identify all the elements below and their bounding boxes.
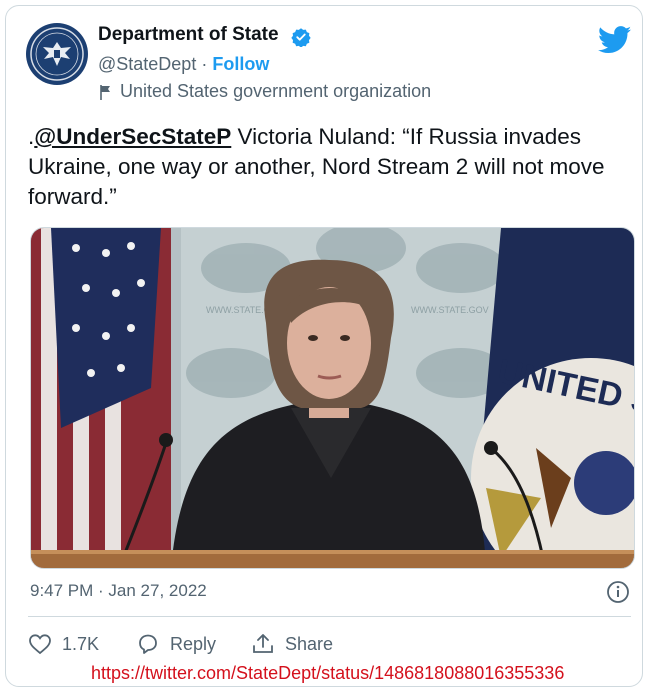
press-briefing-photo: WWW.STATE.GOV WWW.STATE.GOV UNITED STA: [31, 228, 634, 568]
share-icon: [253, 634, 273, 653]
tweet-media-image[interactable]: WWW.STATE.GOV WWW.STATE.GOV UNITED STA: [30, 227, 635, 569]
divider: [28, 616, 631, 617]
flag-icon: [100, 84, 110, 100]
twitter-bird-icon[interactable]: [598, 26, 632, 54]
reply-button[interactable]: Reply: [136, 633, 216, 655]
like-button[interactable]: 1.7K: [28, 633, 99, 655]
info-icon[interactable]: [606, 580, 630, 604]
tweet-text: .@UnderSecStateP Victoria Nuland: “If Ru…: [28, 122, 628, 212]
us-flag: [31, 228, 171, 568]
share-button[interactable]: Share: [251, 633, 333, 655]
heart-icon: [29, 634, 51, 655]
org-label: United States government organization: [120, 81, 432, 101]
reply-label: Reply: [170, 633, 217, 654]
state-department-seal-icon: [30, 27, 84, 81]
tweet-card: Department of State @StateDept · Follow …: [5, 5, 643, 687]
separator: ·: [201, 54, 208, 74]
account-handle[interactable]: @StateDept: [98, 54, 196, 74]
source-url[interactable]: https://twitter.com/StateDept/status/148…: [91, 663, 564, 684]
tweet-timestamp[interactable]: 9:47 PM · Jan 27, 2022: [30, 581, 207, 601]
reply-icon: [139, 634, 157, 654]
verified-badge-icon: [291, 28, 311, 47]
like-count: 1.7K: [62, 633, 100, 654]
org-label-row: United States government organization: [98, 81, 431, 102]
backdrop-text-2: WWW.STATE.GOV: [411, 305, 489, 315]
account-name[interactable]: Department of State: [98, 24, 279, 46]
mention-link[interactable]: @UnderSecStateP: [34, 124, 231, 149]
follow-button[interactable]: Follow: [212, 54, 269, 74]
handle-row: @StateDept · Follow: [98, 54, 269, 75]
avatar[interactable]: [26, 23, 88, 85]
share-label: Share: [285, 633, 334, 654]
